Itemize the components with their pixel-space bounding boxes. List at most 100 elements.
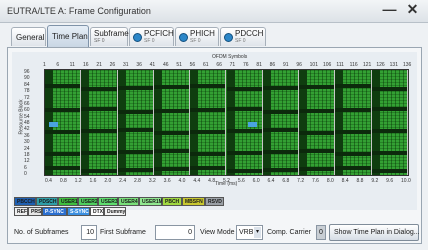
x-top-tick: 121: [363, 62, 372, 68]
reference-band: [81, 129, 117, 133]
tab-bar: General Time Plan Subframe SF 0 PCFICH S…: [11, 25, 421, 47]
x-bottom-tick: 6.4: [267, 178, 275, 184]
x-top-tick: 101: [309, 62, 318, 68]
x-bottom-tick: 5.6: [237, 178, 245, 184]
y-tick: 36: [24, 132, 30, 139]
x-top-tick: 41: [149, 62, 156, 68]
subframe-column: [226, 70, 263, 175]
first-subframe-field[interactable]: 0: [155, 225, 195, 240]
x-bottom-tick: 2.4: [119, 178, 127, 184]
reference-band: [226, 87, 262, 91]
x-bottom-tick: 8.0: [326, 178, 334, 184]
reference-band: [371, 107, 407, 111]
x-top-tick: 66: [216, 62, 222, 68]
reference-band: [335, 130, 371, 134]
x-top-tick: 131: [389, 62, 398, 68]
window-title: EUTRA/LTE A: Frame Configuration: [7, 6, 151, 16]
reference-band: [262, 150, 299, 154]
resource-grid[interactable]: [44, 69, 409, 176]
tab-sublabel: SF 0: [94, 38, 105, 44]
reference-band: [81, 151, 117, 155]
x-top-tick: 31: [123, 62, 129, 68]
legend-item: USER2: [78, 197, 98, 206]
reference-band: [371, 87, 407, 91]
time-plan-plot: OFDM Symbols Resource Block 1 6 11 16 21 26 31…: [12, 52, 417, 210]
tab-label: PCFICH: [144, 29, 174, 38]
reference-band: [153, 131, 190, 135]
reference-band: [371, 129, 407, 133]
x-top-tick: 136: [403, 62, 412, 68]
reference-band: [299, 131, 335, 135]
legend-item: USER4: [118, 197, 139, 206]
x-bottom-tick: 4.0: [178, 178, 186, 184]
reference-band: [153, 167, 190, 171]
minimize-button[interactable]: —: [381, 2, 398, 18]
x-top-tick: 126: [376, 62, 385, 68]
reference-band: [190, 108, 226, 112]
reference-band: [153, 149, 190, 153]
x-top-tick: 51: [176, 62, 182, 68]
tab-time-plan[interactable]: Time Plan: [47, 25, 89, 47]
x-top-tick: 61: [203, 62, 209, 68]
reference-band: [335, 84, 371, 88]
num-subframes-label: No. of Subframes: [14, 229, 69, 236]
legend-item: USER1M: [139, 197, 163, 206]
y-tick: 96: [24, 69, 30, 75]
tab-sublabel: SF 0: [235, 38, 246, 44]
x-top-tick: 6: [56, 62, 60, 68]
y-tick: 18: [24, 151, 30, 158]
subframe-column: [117, 70, 154, 175]
x-bottom-tick: 8.8: [356, 178, 364, 184]
tab-phich[interactable]: PHICH SF 0: [175, 27, 219, 46]
reference-band: [226, 129, 262, 133]
tab-general[interactable]: General: [11, 27, 46, 46]
y-tick: 6: [24, 164, 27, 171]
legend-item: PDSCH: [36, 197, 58, 206]
show-time-plan-button[interactable]: Show Time Plan in Dialog...: [329, 224, 420, 241]
tab-sublabel: SF 0: [190, 38, 201, 44]
x-bottom-tick: 2.8: [134, 178, 141, 184]
tab-subframe[interactable]: Subframe SF 0: [90, 27, 129, 46]
x-top-tick: 21: [96, 62, 102, 68]
x-bottom-tick: 9.2: [371, 178, 379, 184]
tab-pdcch[interactable]: PDCCH SF 0: [220, 27, 266, 46]
reference-band: [335, 152, 371, 156]
legend-item: DTX: [90, 207, 104, 216]
reference-band: [45, 130, 81, 134]
reference-band: [190, 84, 226, 88]
reference-band: [117, 110, 153, 114]
subframe-column: [190, 70, 227, 175]
subframe-column: [262, 70, 300, 175]
y-tick: 90: [24, 75, 30, 82]
tab-label: General: [16, 33, 45, 42]
legend-item: S-SYNC: [67, 207, 90, 216]
tab-pcfich[interactable]: PCFICH SF 0: [129, 27, 174, 46]
x-bottom-tick: 0.4: [45, 178, 52, 184]
y-tick: 48: [24, 120, 30, 126]
reference-band: [117, 86, 153, 90]
x-bottom-tick: 6.0: [252, 178, 260, 184]
tab-sublabel: SF 0: [144, 38, 155, 44]
tab-label: Subframe: [94, 29, 129, 38]
x-top-tick: 116: [349, 62, 358, 68]
close-button[interactable]: ✕: [404, 2, 421, 18]
x-bottom-tick: 0.8: [59, 178, 67, 184]
subframe-column: [81, 70, 118, 175]
reference-band: [371, 151, 407, 155]
sync-signal-marker: [49, 122, 58, 127]
tab-label: Time Plan: [52, 32, 88, 41]
x-bottom-tick: 7.6: [312, 178, 319, 184]
x-top-tick: 11: [69, 62, 75, 68]
control-region: [226, 70, 235, 175]
legend-item: RSVD: [205, 197, 224, 206]
legend-item: MBSFN: [182, 197, 205, 206]
enabled-indicator-icon: [133, 33, 142, 42]
view-mode-select[interactable]: VRB ▾: [236, 225, 263, 240]
num-subframes-field[interactable]: 10: [81, 225, 97, 240]
reference-band: [262, 110, 299, 114]
reference-band: [262, 128, 299, 132]
reference-band: [335, 108, 371, 112]
x-top-tick: 86: [269, 62, 276, 68]
y-tick: 72: [24, 94, 30, 101]
enabled-indicator-icon: [224, 33, 233, 42]
